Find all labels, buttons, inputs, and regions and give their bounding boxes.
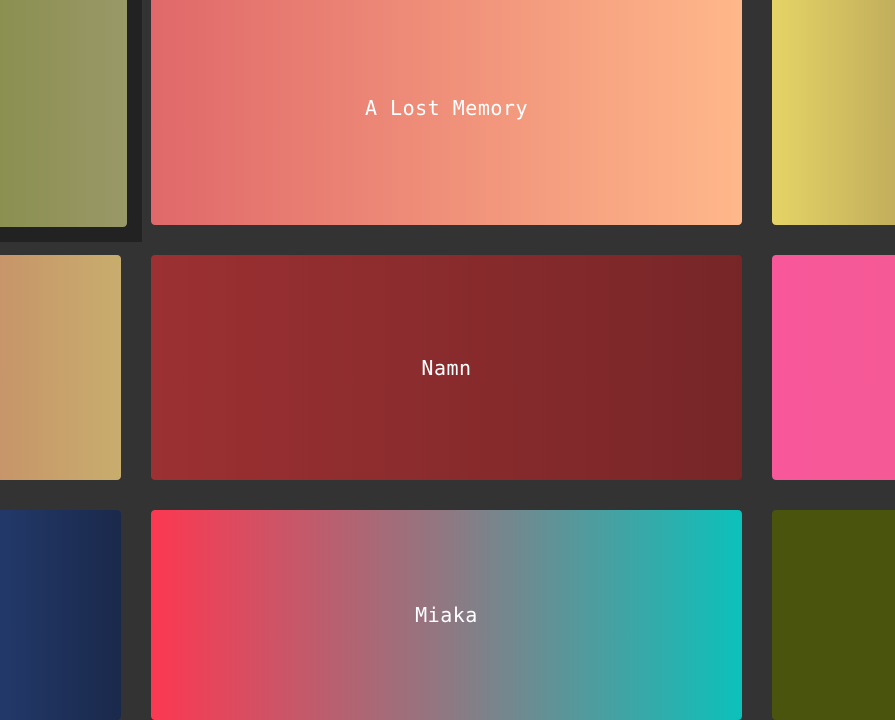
gradient-name: Namn bbox=[421, 355, 472, 380]
gradient-card-right-2[interactable] bbox=[772, 255, 895, 480]
gradient-card-right-1[interactable] bbox=[772, 0, 895, 225]
gradient-card-a-lost-memory[interactable]: A Lost Memory bbox=[151, 0, 742, 225]
gradient-name: Miaka bbox=[415, 603, 478, 627]
gradient-card-left-3[interactable] bbox=[0, 510, 121, 720]
gradient-card-miaka[interactable]: Miaka bbox=[151, 510, 742, 720]
gradient-card-namn[interactable]: Namn bbox=[151, 255, 742, 480]
gradient-card-left-2[interactable] bbox=[0, 255, 121, 480]
gradient-card-right-3[interactable] bbox=[772, 510, 895, 720]
gradient-name: A Lost Memory bbox=[364, 95, 529, 120]
gradient-card-left-1[interactable] bbox=[0, 0, 127, 227]
